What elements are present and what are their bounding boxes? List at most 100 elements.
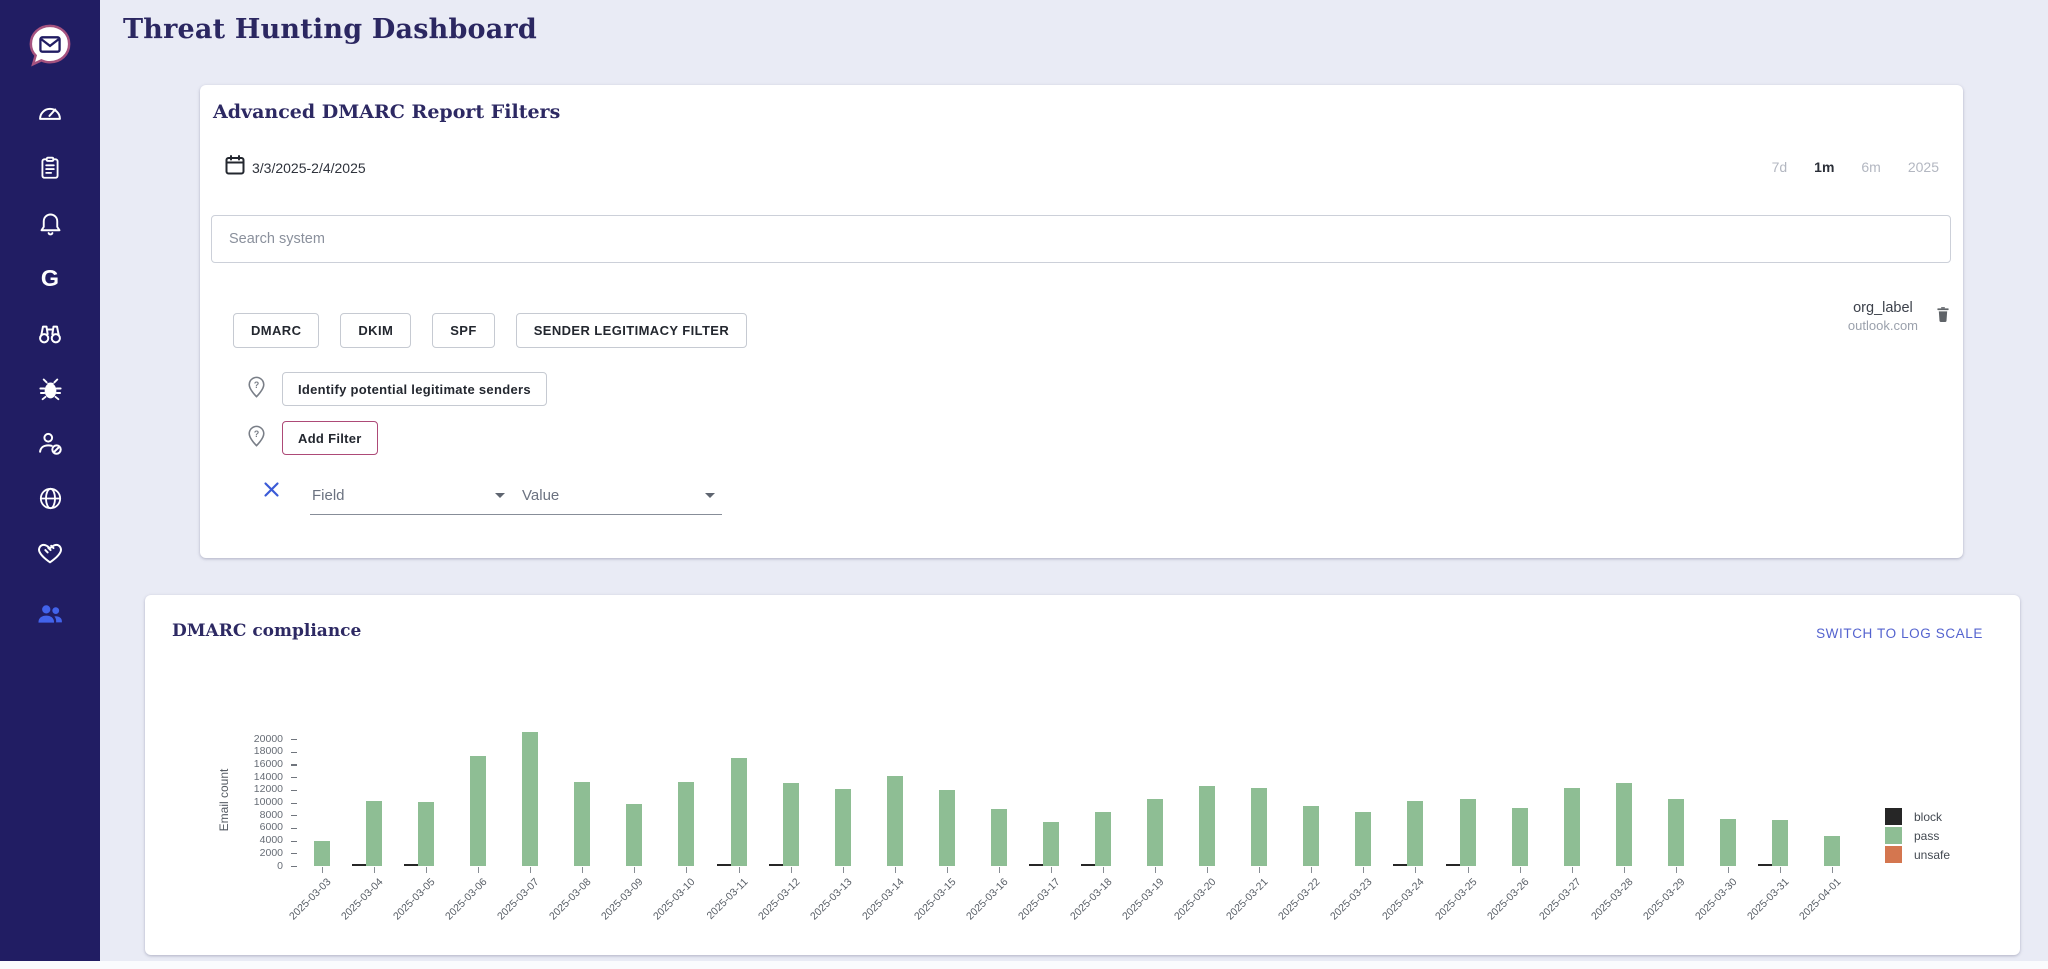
sidebar-item-reports[interactable] (28, 154, 72, 182)
bar-pass[interactable] (1407, 801, 1423, 866)
sidebar-item-threats[interactable] (28, 374, 72, 402)
legend-item-unsafe[interactable]: unsafe (1885, 846, 1950, 863)
filter-button-dmarc[interactable]: DMARC (233, 313, 319, 348)
range-button-2025[interactable]: 2025 (1908, 159, 1939, 175)
range-button-6m[interactable]: 6m (1861, 159, 1880, 175)
bar-pass[interactable] (314, 841, 330, 866)
legend-item-pass[interactable]: pass (1885, 827, 1950, 844)
add-filter-button[interactable]: Add Filter (282, 421, 378, 455)
remove-filter-row-button[interactable] (263, 481, 280, 503)
bar-block[interactable] (769, 864, 783, 866)
bar-pass[interactable] (1824, 836, 1840, 866)
search-input[interactable] (211, 215, 1951, 263)
bar-pass[interactable] (470, 756, 486, 866)
bar-pass[interactable] (366, 801, 382, 866)
bar-pass[interactable] (522, 732, 538, 866)
bar-block[interactable] (1446, 864, 1460, 866)
bar-pass[interactable] (1355, 812, 1371, 866)
sidebar-item-discover[interactable] (28, 319, 72, 347)
sidebar-item-users[interactable] (28, 600, 72, 628)
x-tick-label: 2025-03-20 (1172, 876, 1218, 922)
filter-button-dkim[interactable]: DKIM (340, 313, 411, 348)
add-filter-row: ? Add Filter (246, 421, 378, 455)
sidebar-item-domains[interactable] (28, 484, 72, 512)
bar-pass[interactable] (574, 782, 590, 866)
sidebar-item-blocked-senders[interactable] (28, 429, 72, 457)
bar-pass[interactable] (1616, 783, 1632, 866)
sidebar-item-dashboard[interactable] (28, 99, 72, 127)
bar-pass[interactable] (835, 789, 851, 866)
bar-block[interactable] (1081, 864, 1095, 866)
bar-pass[interactable] (1564, 788, 1580, 866)
x-tick-label: 2025-03-03 (287, 876, 333, 922)
x-tick-mark (374, 867, 375, 873)
bar-pass[interactable] (1043, 822, 1059, 866)
bar-pass[interactable] (991, 809, 1007, 866)
bar-block[interactable] (352, 864, 366, 866)
bar-pass[interactable] (1303, 806, 1319, 866)
y-tick-label: 4000 (235, 834, 283, 846)
x-tick-label: 2025-03-21 (1224, 876, 1270, 922)
date-range-value[interactable]: 3/3/2025-2/4/2025 (252, 160, 366, 176)
bell-icon (37, 210, 64, 237)
bar-pass[interactable] (1199, 786, 1215, 866)
bar-pass[interactable] (1512, 808, 1528, 866)
bar-pass[interactable] (939, 790, 955, 866)
bar-block[interactable] (717, 864, 731, 866)
sidebar-item-google[interactable]: G (28, 264, 72, 292)
bar-pass[interactable] (1668, 799, 1684, 866)
calendar-icon[interactable] (223, 153, 247, 182)
bar-pass[interactable] (731, 758, 747, 866)
bar-pass[interactable] (1147, 799, 1163, 866)
y-tick-mark (291, 815, 297, 816)
bar-block[interactable] (1758, 864, 1772, 866)
range-button-7d[interactable]: 7d (1772, 159, 1788, 175)
sidebar-item-alerts[interactable] (28, 209, 72, 237)
bar-pass[interactable] (887, 776, 903, 866)
sidebar-item-partners[interactable] (28, 539, 72, 567)
bar-pass[interactable] (626, 804, 642, 866)
google-g-icon: G (36, 264, 64, 292)
app-logo[interactable] (27, 22, 73, 73)
value-select[interactable]: Value (512, 477, 722, 515)
x-tick-label: 2025-03-11 (704, 876, 750, 922)
x-tick-mark (1051, 867, 1052, 873)
bar-block[interactable] (1393, 864, 1407, 866)
filter-button-sender-legitimacy-filter[interactable]: SENDER LEGITIMACY FILTER (516, 313, 747, 348)
x-tick-mark (843, 867, 844, 873)
switch-log-scale-link[interactable]: SWITCH TO LOG SCALE (1816, 626, 1983, 641)
bar-pass[interactable] (1772, 820, 1788, 866)
legend-swatch-block (1885, 808, 1902, 825)
delete-org-filter-button[interactable] (1933, 304, 1953, 329)
dmarc-compliance-card: DMARC compliance SWITCH TO LOG SCALE Ema… (145, 595, 2020, 955)
x-tick-label: 2025-03-24 (1380, 876, 1426, 922)
bar-pass[interactable] (1720, 819, 1736, 866)
x-tick-label: 2025-03-13 (808, 876, 854, 922)
bar-block[interactable] (1029, 864, 1043, 866)
filter-button-spf[interactable]: SPF (432, 313, 494, 348)
y-tick-label: 12000 (235, 783, 283, 795)
horizontal-scrollbar[interactable] (0, 961, 2048, 969)
x-tick-mark (739, 867, 740, 873)
legend-label: block (1914, 810, 1942, 824)
filters-card: Advanced DMARC Report Filters 3/3/2025-2… (200, 85, 1963, 558)
bar-block[interactable] (404, 864, 418, 866)
bar-pass[interactable] (783, 783, 799, 866)
x-tick-mark (1572, 867, 1573, 873)
y-tick-mark (291, 841, 297, 842)
y-tick-label: 0 (235, 860, 283, 872)
bar-pass[interactable] (1460, 799, 1476, 866)
x-tick-mark (1676, 867, 1677, 873)
legend-item-block[interactable]: block (1885, 808, 1950, 825)
field-select[interactable]: Field (310, 477, 512, 515)
range-button-1m[interactable]: 1m (1814, 159, 1834, 175)
bar-pass[interactable] (1251, 788, 1267, 866)
chart-legend: block pass unsafe (1885, 808, 1950, 865)
bar-pass[interactable] (1095, 812, 1111, 866)
time-range-buttons: 7d 1m 6m 2025 (1772, 159, 1939, 175)
y-tick-mark (291, 803, 297, 804)
identify-senders-button[interactable]: Identify potential legitimate senders (282, 372, 547, 406)
svg-text:G: G (41, 265, 59, 291)
bar-pass[interactable] (418, 802, 434, 866)
bar-pass[interactable] (678, 782, 694, 866)
